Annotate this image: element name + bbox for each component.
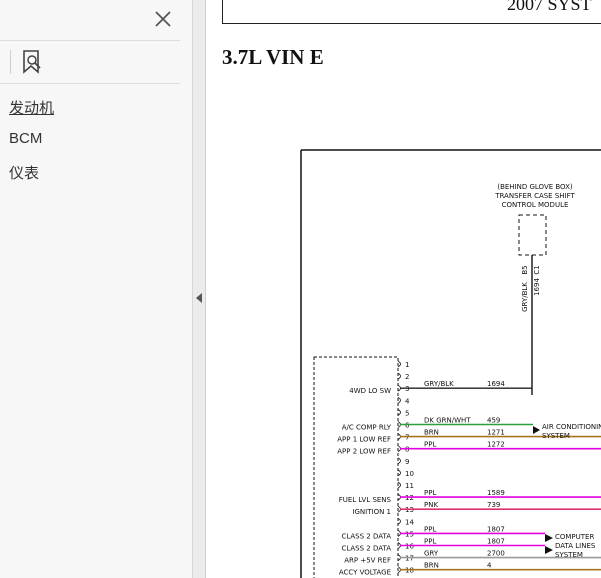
- wire-color-label: BRN: [424, 429, 439, 437]
- pin-function-label: IGNITION 1: [352, 508, 391, 516]
- cd-dest-line1: COMPUTER: [555, 533, 594, 541]
- wire-color-label: GRY/BLK: [424, 380, 454, 388]
- circuit-number: 739: [487, 501, 500, 509]
- pin-number: 10: [405, 470, 414, 478]
- collapse-arrow-icon[interactable]: [196, 293, 202, 303]
- bookmark-item-bcm[interactable]: BCM: [9, 130, 42, 147]
- pin-function-label: A/C COMP RLY: [342, 424, 392, 432]
- module-pin-c: C1: [533, 265, 541, 274]
- module-label-line3: CONTROL MODULE: [502, 201, 569, 209]
- cd-dest-line3: SYSTEM: [555, 551, 583, 559]
- pin-number: 14: [405, 518, 414, 526]
- ac-dest-line1: AIR CONDITIONIN: [542, 423, 601, 431]
- circuit-number: 1589: [487, 489, 505, 497]
- pin-number: 9: [405, 458, 409, 466]
- pin-number: 16: [405, 543, 414, 551]
- circuit-number: 4: [487, 562, 492, 570]
- pin-number: 13: [405, 506, 414, 514]
- toolbar-separator: [10, 50, 11, 74]
- module-label-line2: TRANSFER CASE SHIFT: [494, 192, 575, 200]
- panel-splitter[interactable]: [193, 0, 206, 578]
- pin-number: 5: [405, 409, 409, 417]
- close-panel-button[interactable]: [152, 8, 174, 30]
- bookmark-item-instrument[interactable]: 仪表: [9, 162, 39, 183]
- wire-color-label: PPL: [424, 525, 436, 533]
- pin-function-label: FUEL LVL SENS: [339, 496, 392, 504]
- data-line-arrow-icon: [545, 546, 553, 554]
- pin-function-label: ARP +5V REF: [344, 557, 391, 565]
- bookmarks-panel: 发动机 BCM 仪表: [0, 0, 193, 578]
- module-pin-b: B5: [521, 265, 529, 274]
- pin-number: 12: [405, 494, 414, 502]
- circuit-number: 1807: [487, 538, 505, 546]
- pin-function-label: CLASS 2 DATA: [341, 545, 391, 553]
- ac-arrow-icon: [533, 426, 540, 434]
- pin-number: 7: [405, 434, 409, 442]
- wire-color-label: BRN: [424, 562, 439, 570]
- pin-function-label: ACCY VOLTAGE: [339, 569, 391, 577]
- pin-number: 8: [405, 446, 409, 454]
- wire-color-label: PNK: [424, 501, 438, 509]
- wire-color-label: GRY: [424, 550, 439, 558]
- pin-number: 2: [405, 373, 409, 381]
- circuit-number: 1272: [487, 441, 505, 449]
- pin-number: 17: [405, 555, 414, 563]
- ac-dest-line2: SYSTEM: [542, 432, 570, 440]
- pin-number: 1: [405, 361, 409, 369]
- module-label-line1: (BEHIND GLOVE BOX): [497, 183, 573, 191]
- module-circuit: 1694: [533, 278, 541, 296]
- bookmark-item-engine[interactable]: 发动机: [9, 97, 54, 118]
- pin-function-label: APP 1 LOW REF: [337, 436, 391, 444]
- document-page: 2007 SYST 3.7L VIN E (BEHIND GLOVE BOX) …: [206, 0, 601, 578]
- bookmark-search-icon: [23, 50, 41, 74]
- circuit-number: 1807: [487, 525, 505, 533]
- circuit-number: 1694: [487, 380, 505, 388]
- pin-function-label: APP 2 LOW REF: [337, 448, 391, 456]
- pin-function-label: CLASS 2 DATA: [341, 532, 391, 540]
- pin-number: 15: [405, 530, 414, 538]
- pin-function-label: 4WD LO SW: [349, 387, 391, 395]
- module-wire-color: GRY/BLK: [521, 282, 529, 312]
- pin-number: 3: [405, 385, 409, 393]
- sidebar-divider: [0, 40, 180, 41]
- data-line-arrow-icon: [545, 534, 553, 542]
- cd-dest-line2: DATA LINES: [555, 542, 596, 550]
- wire-color-label: PPL: [424, 441, 436, 449]
- circuit-number: 1271: [487, 429, 505, 437]
- pin-number: 6: [405, 422, 410, 430]
- wire-color-label: PPL: [424, 538, 436, 546]
- wiring-diagram: (BEHIND GLOVE BOX) TRANSFER CASE SHIFT C…: [300, 149, 601, 578]
- wire-color-label: PPL: [424, 489, 436, 497]
- close-icon: [155, 11, 171, 27]
- wire-color-label: DK GRN/WHT: [424, 417, 471, 425]
- pin-number: 11: [405, 482, 414, 490]
- transfer-case-module-box: [518, 214, 547, 256]
- circuit-number: 2700: [487, 550, 505, 558]
- circuit-number: 459: [487, 417, 500, 425]
- pin-number: 4: [405, 397, 410, 405]
- bookmark-search-button[interactable]: [20, 48, 46, 76]
- sidebar-divider: [0, 83, 180, 84]
- pin-number: 18: [405, 567, 414, 575]
